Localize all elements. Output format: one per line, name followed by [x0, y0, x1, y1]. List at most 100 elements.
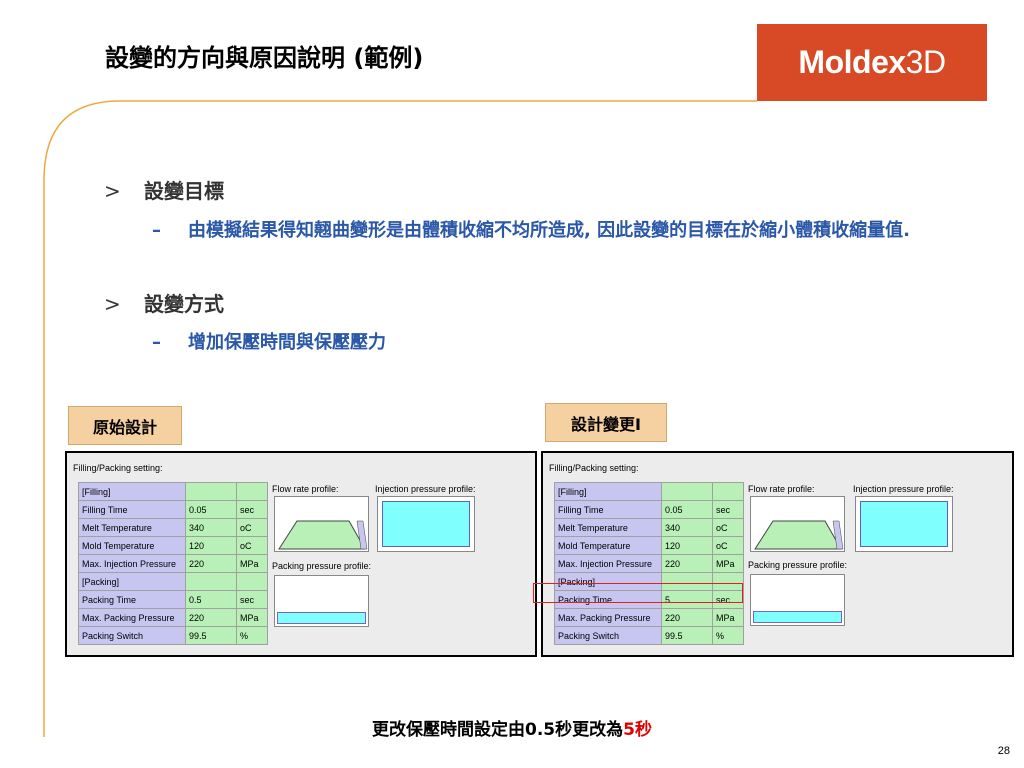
- param-unit: %: [236, 626, 268, 645]
- param-unit: sec: [236, 590, 268, 609]
- sub-bullet-goal: – 由模擬結果得知翹曲變形是由體積收縮不均所造成, 因此設變的目標在於縮小體積收…: [152, 216, 922, 245]
- param-value[interactable]: [661, 482, 713, 501]
- param-row: Mold Temperature 120 oC: [78, 536, 268, 555]
- changed-settings-panel: Filling/Packing setting: [Filling] Fillin…: [541, 451, 1014, 657]
- flow-rate-label: Flow rate profile:: [748, 484, 815, 494]
- param-name: Melt Temperature: [554, 518, 662, 537]
- flow-rate-chart: [750, 496, 845, 552]
- param-name: Filling Time: [554, 500, 662, 519]
- param-row: Max. Injection Pressure 220 MPa: [554, 554, 744, 573]
- caption-highlight: 5秒: [623, 720, 652, 740]
- param-row: Filling Time 0.05 sec: [554, 500, 744, 519]
- param-unit: sec: [712, 500, 744, 519]
- param-row: Packing Switch 99.5%: [78, 626, 268, 645]
- injection-pressure-chart: [855, 496, 953, 552]
- param-name: Mold Temperature: [78, 536, 186, 555]
- injection-pressure-chart: [377, 496, 475, 552]
- param-value[interactable]: 220: [661, 608, 713, 627]
- param-unit: [712, 482, 744, 501]
- flow-rate-profile-graphic: [754, 520, 844, 550]
- param-row: Filling Time 0.05 sec: [78, 500, 268, 519]
- param-row: Packing Time 0.5 sec: [78, 590, 268, 609]
- param-name: Max. Packing Pressure: [554, 608, 662, 627]
- param-name: Melt Temperature: [78, 518, 186, 537]
- flow-rate-chart: [274, 496, 369, 552]
- param-unit: oC: [236, 518, 268, 537]
- param-name: Packing Switch: [554, 626, 662, 645]
- param-row: Packing Switch 99.5%: [554, 626, 744, 645]
- param-name: Filling Time: [78, 500, 186, 519]
- packing-pressure-label: Packing pressure profile:: [748, 560, 848, 570]
- logo-text: Moldex: [798, 44, 906, 80]
- param-row: Melt Temperature 340 oC: [554, 518, 744, 537]
- tag-original-design: 原始設計: [68, 406, 182, 445]
- packing-pressure-chart: [750, 574, 845, 626]
- param-value[interactable]: 120: [185, 536, 237, 555]
- param-unit: %: [712, 626, 744, 645]
- injection-pressure-label: Injection pressure profile:: [853, 484, 954, 494]
- changed-row-highlight: [533, 583, 743, 603]
- param-value[interactable]: 0.05: [185, 500, 237, 519]
- param-unit: MPa: [712, 608, 744, 627]
- param-value[interactable]: [185, 482, 237, 501]
- param-name: Packing Time: [78, 590, 186, 609]
- sub-bullet-text: 增加保壓時間與保壓壓力: [188, 332, 386, 353]
- param-name: Packing Switch: [78, 626, 186, 645]
- bullet-label: 設變方式: [144, 292, 224, 316]
- param-value[interactable]: 0.5: [185, 590, 237, 609]
- original-settings-panel: Filling/Packing setting: [Filling] Fillin…: [65, 451, 537, 657]
- param-unit: oC: [236, 536, 268, 555]
- params-table: [Filling] Filling Time 0.05 sec Melt Tempera…: [554, 482, 744, 645]
- param-row: Max. Injection Pressure 220 MPa: [78, 554, 268, 573]
- param-name: [Filling]: [78, 482, 186, 501]
- flow-rate-label: Flow rate profile:: [272, 484, 339, 494]
- sub-bullet-marker: –: [152, 220, 161, 241]
- param-value[interactable]: 99.5: [185, 626, 237, 645]
- param-unit: MPa: [712, 554, 744, 573]
- packing-pressure-label: Packing pressure profile:: [272, 561, 372, 571]
- param-row: [Filling]: [78, 482, 268, 501]
- page-title: 設變的方向與原因說明 (範例): [105, 44, 424, 72]
- change-caption: 更改保壓時間設定由0.5秒更改為5秒: [0, 715, 1024, 740]
- injection-pressure-label: Injection pressure profile:: [375, 484, 476, 494]
- param-value[interactable]: 220: [661, 554, 713, 573]
- bullet-marker: >: [104, 292, 121, 316]
- param-value[interactable]: 220: [185, 554, 237, 573]
- param-row: Max. Packing Pressure 220 MPa: [78, 608, 268, 627]
- param-row: [Filling]: [554, 482, 744, 501]
- panel-title: Filling/Packing setting:: [549, 463, 639, 473]
- param-row: [Packing]: [78, 572, 268, 591]
- sub-bullet-marker: –: [152, 332, 161, 353]
- param-row: Mold Temperature 120 oC: [554, 536, 744, 555]
- param-value[interactable]: 99.5: [661, 626, 713, 645]
- param-unit: [236, 482, 268, 501]
- bullet-label: 設變目標: [144, 179, 224, 203]
- param-name: [Packing]: [78, 572, 186, 591]
- param-name: [Filling]: [554, 482, 662, 501]
- logo-suffix: 3D: [905, 44, 946, 80]
- param-value[interactable]: 340: [661, 518, 713, 537]
- tag-design-change: 設計變更I: [545, 403, 667, 442]
- bullet-marker: >: [104, 179, 121, 203]
- flow-rate-profile-graphic: [278, 520, 368, 550]
- sub-bullet-method: – 增加保壓時間與保壓壓力: [152, 328, 922, 357]
- page-number: 28: [997, 745, 1010, 757]
- panel-title: Filling/Packing setting:: [73, 463, 163, 473]
- param-unit: [236, 572, 268, 591]
- caption-text: 更改保壓時間設定由0.5秒更改為: [372, 720, 624, 740]
- param-row: Melt Temperature 340 oC: [78, 518, 268, 537]
- bullet-design-method: > 設變方式: [104, 288, 224, 317]
- param-unit: oC: [712, 518, 744, 537]
- param-unit: MPa: [236, 608, 268, 627]
- param-name: Max. Packing Pressure: [78, 608, 186, 627]
- param-value[interactable]: 0.05: [661, 500, 713, 519]
- param-value[interactable]: 120: [661, 536, 713, 555]
- sub-bullet-text: 由模擬結果得知翹曲變形是由體積收縮不均所造成, 因此設變的目標在於縮小體積收縮量…: [188, 220, 910, 241]
- param-value[interactable]: [185, 572, 237, 591]
- param-row: Max. Packing Pressure 220 MPa: [554, 608, 744, 627]
- param-name: Max. Injection Pressure: [78, 554, 186, 573]
- bullet-design-goal: > 設變目標: [104, 175, 224, 204]
- param-unit: sec: [236, 500, 268, 519]
- param-value[interactable]: 340: [185, 518, 237, 537]
- param-value[interactable]: 220: [185, 608, 237, 627]
